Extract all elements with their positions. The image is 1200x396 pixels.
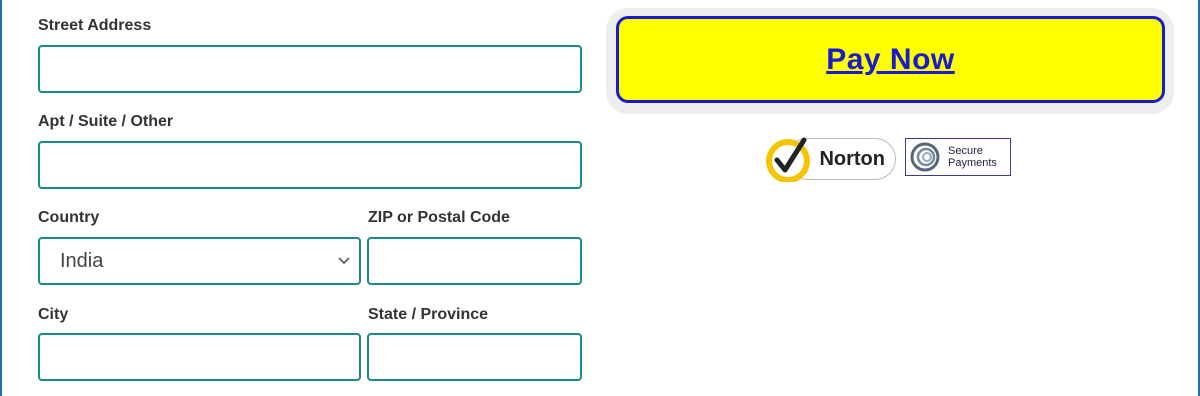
- secure-payments-badge[interactable]: Secure Payments: [905, 138, 1011, 176]
- country-selected-value: India: [60, 249, 104, 272]
- street-address-label: Street Address: [38, 17, 152, 34]
- secure-payments-text: Secure Payments: [948, 145, 997, 169]
- norton-check-icon: [766, 137, 810, 182]
- state-label: State / Province: [368, 306, 489, 323]
- country-label: Country: [38, 209, 100, 226]
- norton-text: Norton: [819, 147, 885, 170]
- city-input[interactable]: [38, 333, 361, 381]
- zip-label: ZIP or Postal Code: [368, 209, 510, 226]
- country-select[interactable]: India: [38, 237, 361, 285]
- pay-now-label: Pay Now: [826, 42, 955, 76]
- secure-payments-icon: [910, 142, 940, 172]
- street-address-input[interactable]: [38, 45, 582, 93]
- pay-now-button[interactable]: Pay Now: [616, 16, 1165, 103]
- state-input[interactable]: [367, 333, 582, 381]
- apt-suite-input[interactable]: [38, 141, 582, 189]
- apt-suite-label: Apt / Suite / Other: [38, 113, 174, 130]
- secure-text-line2: Payments: [948, 157, 997, 169]
- chevron-down-icon: [337, 254, 351, 268]
- city-label: City: [38, 306, 69, 323]
- zip-input[interactable]: [367, 237, 582, 285]
- norton-seal[interactable]: Norton: [766, 134, 898, 184]
- secure-text-line1: Secure: [948, 145, 983, 157]
